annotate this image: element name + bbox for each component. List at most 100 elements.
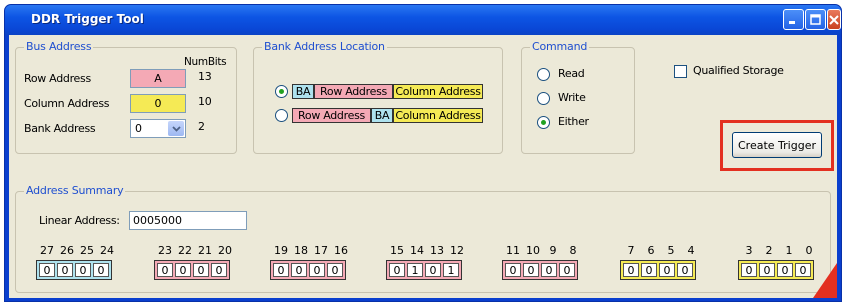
bit-group: 0000	[502, 260, 578, 280]
bit-value-cell: 0	[677, 263, 693, 277]
bank-location-option-1-radio[interactable]	[275, 85, 288, 98]
bit-number-label: 3	[745, 244, 753, 257]
create-trigger-button[interactable]: Create Trigger	[732, 132, 822, 158]
command-read-label: Read	[558, 67, 585, 80]
bit-number-label: 16	[334, 244, 348, 257]
close-button[interactable]	[827, 9, 841, 30]
numbits-header: NumBits	[184, 56, 227, 68]
bit-group: 0000	[738, 260, 814, 280]
bit-number-label: 24	[100, 244, 114, 257]
bank-address-value: 0	[135, 122, 142, 135]
bit-number-label: 25	[80, 244, 94, 257]
bank-location-group: Bank Address Location BA Row Address Col…	[253, 40, 503, 154]
bit-group: 0000	[36, 260, 112, 280]
bit-value-cell: 0	[523, 263, 539, 277]
qualified-storage-checkbox[interactable]	[674, 65, 687, 78]
bit-value-cell: 0	[193, 263, 209, 277]
command-read-radio[interactable]	[537, 68, 550, 81]
bit-number-label: 20	[218, 244, 232, 257]
bit-number-label: 19	[274, 244, 288, 257]
bit-value-cell: 0	[175, 263, 191, 277]
app-window: DDR Trigger Tool Bus Address NumBits Row…	[4, 4, 842, 302]
bit-value-cell: 0	[559, 263, 575, 277]
bit-number-label: 21	[198, 244, 212, 257]
bit-number-label: 10	[526, 244, 540, 257]
bit-value-cell: 0	[623, 263, 639, 277]
command-group: Command Read Write Either	[521, 40, 635, 154]
bank-location-option-2-radio[interactable]	[275, 109, 288, 122]
row-address-numbits: 13	[198, 70, 212, 83]
title-bar[interactable]: DDR Trigger Tool	[5, 5, 841, 35]
bank-location-title: Bank Address Location	[262, 40, 387, 53]
segment-row-address: Row Address	[292, 108, 371, 123]
bit-number-label: 26	[60, 244, 74, 257]
bit-value-cell: 0	[327, 263, 343, 277]
bit-group: 0101	[386, 260, 462, 280]
bit-value-cell: 1	[443, 263, 459, 277]
segment-ba: BA	[371, 108, 393, 123]
column-address-label: Column Address	[24, 97, 110, 110]
bit-value-cell: 0	[541, 263, 557, 277]
bit-group: 0000	[154, 260, 230, 280]
bit-number-label: 22	[178, 244, 192, 257]
bit-value-cell: 0	[741, 263, 757, 277]
bit-value-cell: 0	[309, 263, 325, 277]
client-area: Bus Address NumBits Row Address A 13 Col…	[9, 35, 837, 298]
bit-number-label: 18	[294, 244, 308, 257]
command-title: Command	[530, 40, 590, 53]
bit-value-cell: 0	[505, 263, 521, 277]
bit-value-cell: 0	[157, 263, 173, 277]
bit-number-label: 8	[569, 244, 577, 257]
bit-number-label: 12	[450, 244, 464, 257]
bit-value-cell: 0	[425, 263, 441, 277]
bit-value-cell: 0	[39, 263, 55, 277]
bit-number-label: 4	[687, 244, 695, 257]
column-address-field[interactable]: 0	[130, 94, 186, 113]
bus-address-group: Bus Address NumBits Row Address A 13 Col…	[15, 40, 237, 154]
bit-number-label: 0	[805, 244, 813, 257]
qualified-storage-label: Qualified Storage	[693, 64, 784, 77]
bank-address-select[interactable]: 0	[130, 119, 186, 138]
bit-number-label: 11	[506, 244, 520, 257]
bit-number-label: 2	[765, 244, 773, 257]
bit-group: 0000	[620, 260, 696, 280]
bit-number-label: 7	[627, 244, 635, 257]
segment-row-address: Row Address	[314, 84, 393, 99]
segment-column-address: Column Address	[393, 108, 483, 123]
bit-value-cell: 1	[407, 263, 423, 277]
bit-number-label: 27	[40, 244, 54, 257]
bit-value-cell: 0	[641, 263, 657, 277]
row-address-label: Row Address	[24, 72, 91, 85]
bit-number-label: 17	[314, 244, 328, 257]
bit-value-cell: 0	[291, 263, 307, 277]
command-either-radio[interactable]	[537, 116, 550, 129]
close-icon	[829, 14, 839, 25]
bit-value-cell: 0	[93, 263, 109, 277]
minimize-button[interactable]	[783, 9, 804, 30]
linear-address-input[interactable]: 0005000	[129, 211, 247, 230]
bank-address-label: Bank Address	[24, 122, 96, 135]
bit-number-label: 23	[158, 244, 172, 257]
bus-address-title: Bus Address	[24, 40, 94, 53]
command-write-radio[interactable]	[537, 92, 550, 105]
bit-value-cell: 0	[659, 263, 675, 277]
bit-value-cell: 0	[57, 263, 73, 277]
bit-number-label: 9	[549, 244, 557, 257]
bit-value-cell: 0	[777, 263, 793, 277]
bank-address-numbits: 2	[198, 120, 205, 133]
maximize-button[interactable]	[805, 9, 826, 30]
bit-number-label: 13	[430, 244, 444, 257]
row-address-field[interactable]: A	[130, 69, 186, 88]
bit-number-label: 15	[390, 244, 404, 257]
bit-value-cell: 0	[389, 263, 405, 277]
segment-ba: BA	[292, 84, 314, 99]
command-either-label: Either	[558, 115, 589, 128]
dropdown-button[interactable]	[168, 121, 184, 136]
column-address-numbits: 10	[198, 95, 212, 108]
bit-number-label: 5	[667, 244, 675, 257]
window-title: DDR Trigger Tool	[31, 12, 144, 26]
address-summary-title: Address Summary	[24, 184, 126, 197]
minimize-icon	[789, 21, 795, 24]
maximize-icon	[810, 14, 821, 25]
bit-number-label: 6	[647, 244, 655, 257]
